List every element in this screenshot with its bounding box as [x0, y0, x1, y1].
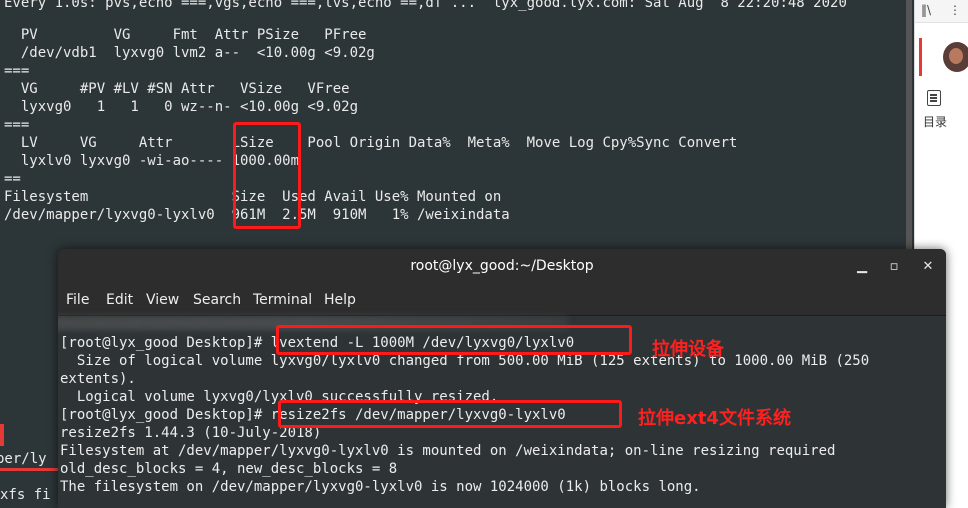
pvs-row: /dev/vdb1 lyxvg0 lvm2 a-- <10.00g <9.02g — [4, 45, 375, 61]
left-edge-window: per/ly xfs fi — [0, 420, 58, 508]
watch-header: Every 1.0s: pvs,echo ===,vgs,echo ===,lv… — [4, 0, 847, 11]
close-icon[interactable]: ✕ — [918, 257, 938, 277]
menu-edit[interactable]: Edit — [106, 292, 133, 308]
left-fragment-1: per/ly — [0, 451, 47, 467]
menu-help[interactable]: Help — [324, 292, 356, 308]
minimize-icon[interactable]: ▁ — [852, 257, 872, 277]
output-line: The filesystem on /dev/mapper/lyxvg0-lyx… — [60, 479, 701, 495]
toc-label[interactable]: 目录 — [923, 113, 947, 130]
menu-view[interactable]: View — [146, 292, 179, 308]
background-scrollbar[interactable] — [906, 0, 912, 250]
separator: == — [4, 171, 21, 187]
window-titlebar[interactable]: root@lyx_good:~/Desktop ▁ ▫ ✕ — [58, 249, 946, 286]
left-fragment-2: xfs fi — [0, 487, 51, 503]
resize2fs-highlight-box — [278, 400, 622, 428]
output-line: extents). — [60, 371, 136, 387]
size-highlight-box — [233, 122, 301, 229]
red-indicator — [919, 38, 922, 76]
window-title: root@lyx_good:~/Desktop — [410, 258, 594, 274]
annotation-stretch-device: 拉伸设备 — [652, 339, 724, 360]
annotation-stretch-ext4: 拉伸ext4文件系统 — [638, 408, 791, 429]
output-line: Filesystem at /dev/mapper/lyxvg0-lyxlv0 … — [60, 443, 836, 459]
more-vertical-icon[interactable]: ⋮ — [949, 3, 961, 17]
red-underline — [0, 468, 58, 471]
red-marker — [0, 424, 4, 446]
vgs-header: VG #PV #LV #SN Attr VSize VFree — [4, 81, 350, 97]
separator: === — [4, 63, 30, 79]
lvs-header: LV VG Attr LSize Pool Origin Data% Meta%… — [4, 135, 738, 151]
separator: === — [4, 117, 30, 133]
pvs-header: PV VG Fmt Attr PSize PFree — [4, 27, 367, 43]
panel-top-strip: ‖\ ⋮ — [915, 0, 968, 23]
lvextend-highlight-box — [276, 325, 632, 355]
maximize-icon[interactable]: ▫ — [884, 257, 904, 277]
menu-file[interactable]: File — [66, 292, 89, 308]
avatar[interactable] — [943, 42, 968, 72]
menu-bar: File Edit View Search Terminal Help — [58, 285, 946, 316]
toc-icon[interactable] — [927, 90, 941, 106]
output-line: old_desc_blocks = 4, new_desc_blocks = 8 — [60, 461, 398, 477]
vgs-row: lyxvg0 1 1 0 wz--n- <10.00g <9.02g — [4, 99, 359, 115]
menu-terminal[interactable]: Terminal — [253, 292, 312, 308]
menu-search[interactable]: Search — [193, 292, 241, 308]
bookshelf-icon[interactable]: ‖\ — [921, 3, 931, 17]
terminal-window: root@lyx_good:~/Desktop ▁ ▫ ✕ File Edit … — [58, 249, 946, 508]
